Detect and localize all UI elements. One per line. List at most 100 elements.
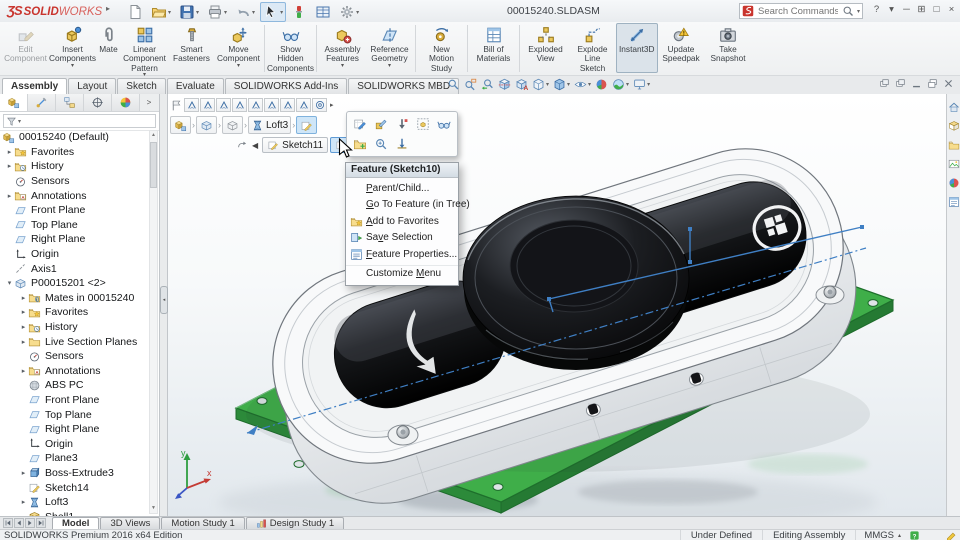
breadcrumb-loft3[interactable]: Loft3 (248, 116, 292, 134)
propertymanager-tab[interactable] (28, 94, 56, 111)
add-folder-button[interactable] (351, 135, 369, 153)
tree-scrollbar[interactable]: ▲ ▼ (149, 130, 158, 514)
mount-screw[interactable] (815, 285, 845, 305)
tree-item-origin[interactable]: Origin (0, 247, 148, 262)
search-caret-icon[interactable]: ▾ (857, 8, 860, 15)
scroll-up-icon[interactable]: ▲ (150, 131, 157, 140)
tree-item-sensors[interactable]: Sensors (0, 349, 148, 364)
tree-item-p00015201-2[interactable]: ▾ P00015201 <2> (0, 276, 148, 291)
help-button[interactable]: ? (871, 3, 882, 17)
doc-close-button[interactable] (943, 78, 954, 89)
scroll-down-icon[interactable]: ▼ (150, 504, 157, 513)
tree-item-sketch14[interactable]: Sketch14 (0, 480, 148, 495)
tree-item-abs-pc[interactable]: ABS PC (0, 378, 148, 393)
design-library-tab[interactable] (948, 119, 960, 131)
filter-input[interactable]: ▾ (3, 114, 156, 128)
tab-assembly[interactable]: Assembly (2, 78, 68, 94)
apply-scene-button[interactable]: ▾ (612, 78, 629, 91)
menu-item-add-to-favorites[interactable]: Add to Favorites (346, 213, 458, 230)
units-caret-icon[interactable]: ▴ (898, 532, 901, 539)
tab-evaluate[interactable]: Evaluate (166, 78, 224, 94)
qat-print-button[interactable]: ▾ (204, 2, 230, 22)
tree-item-annotations[interactable]: ▸ A Annotations (0, 364, 148, 379)
model-3d[interactable] (168, 94, 946, 516)
angle-button-3[interactable] (216, 98, 231, 112)
center-knob[interactable] (462, 195, 690, 370)
move-component-button[interactable]: Move Component ▾ (215, 23, 262, 73)
qat-save-button[interactable]: ▾ (176, 2, 202, 22)
expand-arrow[interactable]: ▸ (19, 367, 28, 375)
hide-glasses-button[interactable] (435, 115, 453, 133)
tree-item-boss-extrude3[interactable]: ▸ Boss-Extrude3 (0, 466, 148, 481)
expand-arrow[interactable]: ▸ (19, 338, 28, 346)
tab-sketch[interactable]: Sketch (117, 78, 166, 94)
menu-expand-icon[interactable]: ▸ (106, 4, 110, 13)
filter-funnel-icon[interactable] (6, 116, 17, 127)
search-icon[interactable] (842, 5, 854, 17)
quickbar-more-button[interactable]: ▸ (330, 101, 334, 109)
menu-item-feature-properties[interactable]: Feature Properties... (346, 246, 458, 263)
dropdown-caret[interactable]: ▾ (168, 9, 171, 16)
doc-restore-button[interactable] (927, 78, 938, 89)
custom-properties-tab[interactable] (948, 195, 960, 207)
app-new-window-button[interactable]: ⊞ (916, 3, 927, 17)
tab-solidworks-mbd[interactable]: SOLIDWORKS MBD (348, 78, 460, 94)
view-orientation-button[interactable]: ▾ (532, 78, 549, 91)
scrollbar-thumb[interactable] (150, 142, 157, 188)
edit-sketch-button[interactable] (351, 115, 369, 133)
appearances-tab[interactable] (948, 176, 960, 188)
nav-prev-button[interactable] (14, 518, 24, 528)
bill-of-materials-button[interactable]: Bill of Materials (470, 23, 517, 73)
angle-button-1[interactable] (184, 98, 199, 112)
expand-arrow[interactable]: ▸ (5, 162, 14, 170)
filter-caret-icon[interactable]: ▾ (18, 118, 21, 125)
assembly-features-button[interactable]: Assembly Features ▾ (319, 23, 366, 73)
dropdown-caret[interactable]: ▾ (280, 9, 283, 16)
status-help-button[interactable]: ? (909, 530, 920, 540)
history-back-button[interactable]: ◀ (252, 141, 258, 150)
dropdown-caret[interactable]: ▾ (356, 9, 359, 16)
home-tab[interactable] (948, 100, 960, 112)
graphics-viewport[interactable]: ▸ ›››Loft3› ◀Sketch11Sketc Feature (Sket… (168, 94, 946, 516)
tab-model[interactable]: Model (52, 517, 100, 529)
tree-item-right-plane[interactable]: Right Plane (0, 232, 148, 247)
window-previous-button[interactable] (879, 78, 890, 89)
view-palette-tab[interactable] (948, 157, 960, 169)
dropdown-caret[interactable]: ▾ (252, 9, 255, 16)
expand-arrow[interactable]: ▸ (19, 498, 28, 506)
expand-arrow[interactable]: ▸ (19, 294, 28, 302)
tab-3d-views[interactable]: 3D Views (100, 517, 161, 529)
isolate-button[interactable] (414, 115, 432, 133)
breadcrumb-component[interactable] (196, 116, 217, 134)
qat-grid-button[interactable] (312, 2, 334, 22)
expand-arrow[interactable]: ▸ (5, 148, 14, 156)
view-settings-button[interactable]: ▾ (633, 78, 650, 91)
qat-new-file-button[interactable] (124, 2, 146, 22)
hide-show-items-button[interactable]: ▾ (574, 78, 591, 91)
app-close-button[interactable]: × (946, 3, 957, 17)
insert-components-button[interactable]: Insert Components ▾ (49, 23, 96, 73)
annotation-view-button[interactable]: A (515, 78, 528, 91)
doc-minimize-button[interactable] (911, 78, 922, 89)
instant3d-button[interactable]: Instant3D (616, 23, 658, 73)
search-input[interactable] (756, 4, 840, 18)
menu-item-save-selection[interactable]: Save Selection (346, 230, 458, 247)
tree-item-favorites[interactable]: ▸ Favorites (0, 305, 148, 320)
configurationmanager-tab[interactable] (56, 94, 84, 111)
expand-arrow[interactable]: ▸ (19, 323, 28, 331)
expand-arrow[interactable]: ▸ (5, 192, 14, 200)
tree-item-mates-in-00015240[interactable]: ▸ Mates in 00015240 (0, 291, 148, 306)
normal-to-button[interactable] (393, 135, 411, 153)
dropdown-caret[interactable]: ▾ (647, 81, 650, 88)
smart-fasteners-button[interactable]: Smart Fasteners (168, 23, 215, 73)
dropdown-caret[interactable]: ▾ (196, 9, 199, 16)
panel-tabs-overflow[interactable]: > (140, 94, 158, 111)
tree-item-00015240-default[interactable]: 00015240 (Default) (0, 130, 148, 145)
dropdown-caret[interactable]: ▾ (546, 81, 549, 88)
qat-undo-button[interactable]: ▾ (232, 2, 258, 22)
nav-first-button[interactable] (3, 518, 13, 528)
tree-item-top-plane[interactable]: Top Plane (0, 407, 148, 422)
tree-item-history[interactable]: ▸ History (0, 320, 148, 335)
tab-motion-study-1[interactable]: Motion Study 1 (161, 517, 245, 529)
tree-item-favorites[interactable]: ▸ Favorites (0, 145, 148, 160)
